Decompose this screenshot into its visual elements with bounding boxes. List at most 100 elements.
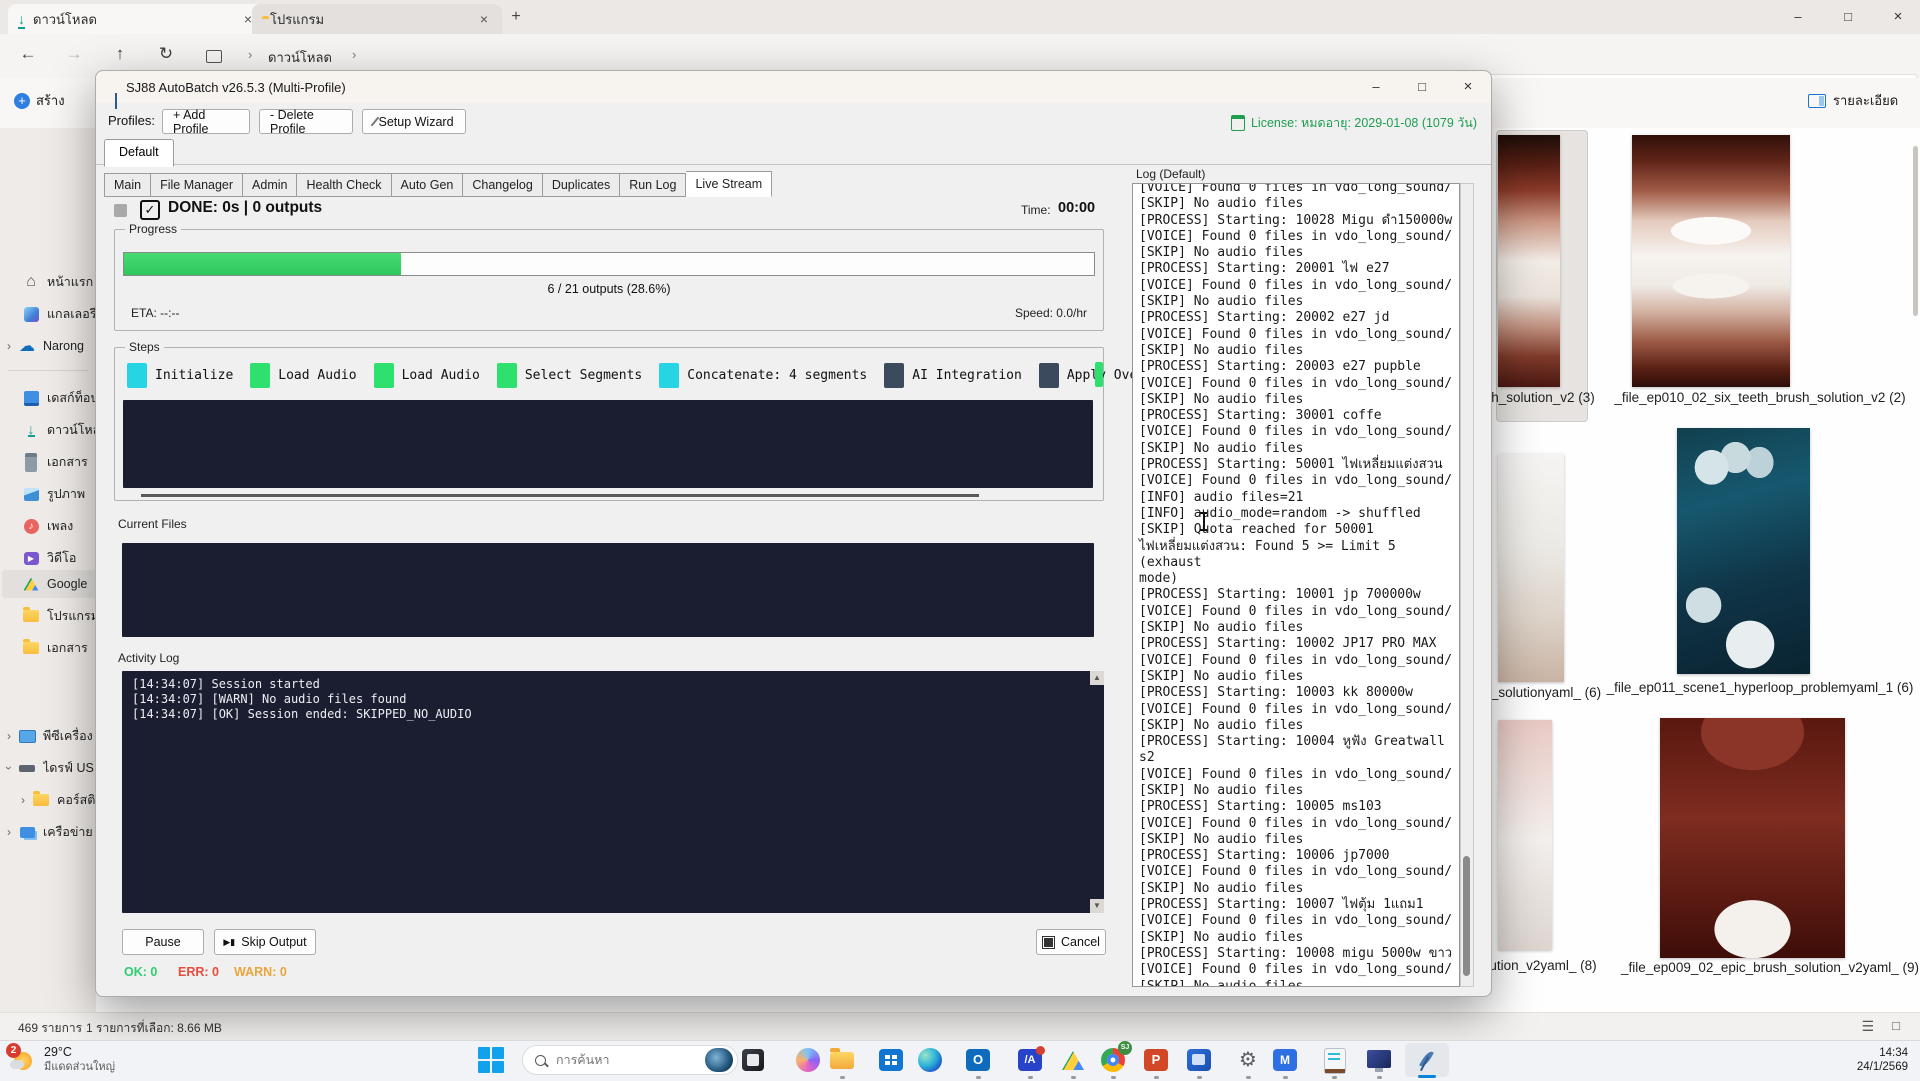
tab-file-manager[interactable]: File Manager (151, 173, 243, 197)
breadcrumb[interactable]: ดาวน์โหลด (268, 47, 332, 68)
snipping-app-icon[interactable] (1185, 1046, 1213, 1074)
file-caption[interactable]: _file_ep011_scene1_hyperloop_problemyaml… (1600, 680, 1920, 695)
sidebar-item-course-folder[interactable]: › คอร์สติ (0, 786, 96, 814)
forward-icon[interactable]: → (62, 44, 86, 64)
explorer-tab-downloads[interactable]: ↓ ดาวน์โหลด × (8, 4, 266, 34)
pc-app-icon[interactable] (1365, 1046, 1393, 1074)
tab-duplicates[interactable]: Duplicates (543, 173, 620, 197)
chevron-right-icon[interactable]: › (0, 825, 18, 839)
sidebar-item-videos[interactable]: ▶วิดีโอ (0, 544, 96, 572)
taskbar-search[interactable] (522, 1045, 738, 1075)
tab-live-stream[interactable]: Live Stream (686, 171, 772, 197)
file-thumbnail[interactable] (1632, 135, 1790, 387)
back-icon[interactable]: ← (16, 44, 40, 64)
tab-admin[interactable]: Admin (243, 173, 297, 197)
explorer-tab-programs[interactable]: โปรแกรม × (252, 4, 502, 34)
taskbar-clock[interactable]: 14:34 24/1/2569 (1857, 1046, 1908, 1074)
sidebar-item-programs[interactable]: โปรแกรม (0, 602, 96, 630)
new-tab-button[interactable]: + (506, 7, 526, 27)
notepad-icon[interactable] (1320, 1046, 1348, 1074)
app-title-bar[interactable]: SJ88 AutoBatch v26.5.3 (Multi-Profile) –… (96, 71, 1491, 103)
sidebar-item-gallery[interactable]: แกลเลอรี (0, 300, 96, 328)
file-caption[interactable]: ution_v2yaml_ (8) (1478, 958, 1608, 973)
file-caption[interactable]: _file_ep010_02_six_teeth_brush_solution_… (1600, 390, 1920, 405)
tab-run-log[interactable]: Run Log (620, 173, 686, 197)
app-close-button[interactable]: × (1445, 71, 1491, 103)
file-caption[interactable]: _file_ep009_02_epic_brush_solution_v2yam… (1600, 960, 1920, 975)
settings-gear-icon[interactable]: ⚙ (1234, 1046, 1262, 1074)
done-checkbox[interactable]: ✓ (140, 200, 160, 220)
sidebar-item-home[interactable]: ⌂หน้าแรก (0, 268, 96, 296)
weather-widget[interactable]: 2 29°C มีแดดส่วนใหญ่ (10, 1045, 115, 1075)
explorer-minimize-button[interactable]: – (1776, 4, 1820, 30)
sidebar-item-downloads[interactable]: ↓ดาวน์โหลด (0, 416, 96, 444)
chevron-right-icon[interactable]: › (0, 729, 18, 743)
sidebar-item-documents[interactable]: เอกสาร (0, 448, 96, 476)
pause-button[interactable]: Pause (122, 929, 204, 955)
powerpoint-icon[interactable]: P (1142, 1046, 1170, 1074)
sidebar-item-documents-folder[interactable]: เอกสาร (0, 634, 96, 662)
chevron-down-icon[interactable]: › (2, 759, 16, 777)
chevron-right-icon[interactable]: › (0, 339, 18, 353)
ai-app-icon[interactable]: /A (1016, 1046, 1044, 1074)
sidebar-item-usb-drive[interactable]: › ไดรฟ์ US (0, 754, 96, 782)
taskbar-search-input[interactable] (554, 1052, 697, 1068)
explorer-close-button[interactable]: × (1876, 4, 1920, 30)
delete-profile-button[interactable]: - Delete Profile (259, 109, 353, 134)
chevron-right-icon[interactable]: › (14, 793, 32, 807)
sidebar-item-music[interactable]: ♪เพลง (0, 512, 96, 540)
refresh-icon[interactable]: ↻ (154, 44, 178, 64)
copilot-icon[interactable] (794, 1046, 822, 1074)
sidebar-item-onedrive[interactable]: › ☁Narong (0, 332, 96, 360)
tab-health-check[interactable]: Health Check (297, 173, 391, 197)
scroll-down-icon[interactable]: ▼ (1090, 899, 1104, 913)
tab-changelog[interactable]: Changelog (463, 173, 542, 197)
sidebar-item-this-pc[interactable]: › พีซีเครื่อง (0, 722, 96, 750)
file-caption[interactable]: _solutionyaml_ (6) (1484, 685, 1608, 700)
google-drive-icon[interactable] (1059, 1046, 1087, 1074)
profile-tab-default[interactable]: Default (104, 139, 174, 167)
file-explorer-icon[interactable] (828, 1046, 856, 1074)
steps-horizontal-scrollbar[interactable] (141, 494, 979, 497)
file-thumbnail[interactable] (1498, 135, 1560, 387)
chrome-icon[interactable]: SJ (1099, 1046, 1127, 1074)
tab-close-icon[interactable]: × (476, 11, 492, 27)
app-maximize-button[interactable]: □ (1399, 71, 1445, 103)
python-app-active-button[interactable] (1405, 1043, 1449, 1077)
sidebar-item-pictures[interactable]: รูปภาพ (0, 480, 96, 508)
activity-log-scrollbar[interactable]: ▲ ▼ (1090, 671, 1104, 913)
details-view-icon[interactable]: ☰ (1861, 1018, 1874, 1035)
cancel-button[interactable]: Cancel (1036, 929, 1106, 955)
sidebar-item-google-drive[interactable]: Google (0, 570, 96, 598)
app-minimize-button[interactable]: – (1353, 71, 1399, 103)
up-icon[interactable]: ↑ (108, 44, 132, 64)
add-profile-button[interactable]: + Add Profile (162, 109, 250, 134)
setup-wizard-button[interactable]: Setup Wizard (362, 109, 466, 134)
new-button[interactable]: + สร้าง (14, 90, 65, 111)
thumbnail-view-icon[interactable]: □ (1892, 1018, 1900, 1033)
file-thumbnail[interactable] (1498, 720, 1552, 950)
details-button[interactable]: รายละเอียด (1808, 90, 1898, 111)
file-thumbnail[interactable] (1660, 718, 1845, 958)
log-vertical-scrollbar[interactable] (1460, 183, 1474, 987)
tab-main[interactable]: Main (104, 173, 151, 197)
explorer-maximize-button[interactable]: □ (1826, 4, 1870, 30)
tab-auto-gen[interactable]: Auto Gen (392, 173, 464, 197)
log-panel[interactable]: [VOICE] Found 0 files in vdo_long_sound/… (1132, 183, 1460, 987)
file-caption[interactable]: h_solution_v2 (3) (1484, 390, 1602, 405)
sidebar-item-network[interactable]: › เครือข่าย (0, 818, 96, 846)
file-thumbnail[interactable] (1677, 428, 1810, 674)
m-app-icon[interactable]: M (1271, 1046, 1299, 1074)
search-highlight-image[interactable] (705, 1048, 733, 1072)
explorer-vertical-scrollbar[interactable] (1913, 146, 1918, 316)
outlook-icon[interactable]: O (964, 1046, 992, 1074)
start-button[interactable] (478, 1047, 504, 1073)
stop-button[interactable] (114, 204, 127, 217)
skip-output-button[interactable]: ▶▮ Skip Output (214, 929, 316, 955)
edge-icon[interactable] (916, 1046, 944, 1074)
scroll-up-icon[interactable]: ▲ (1090, 671, 1104, 685)
task-view-icon[interactable] (739, 1046, 767, 1074)
log-scrollbar-thumb[interactable] (1463, 856, 1470, 976)
microsoft-store-icon[interactable] (877, 1046, 905, 1074)
sidebar-item-desktop[interactable]: เดสก์ท็อป (0, 384, 96, 412)
